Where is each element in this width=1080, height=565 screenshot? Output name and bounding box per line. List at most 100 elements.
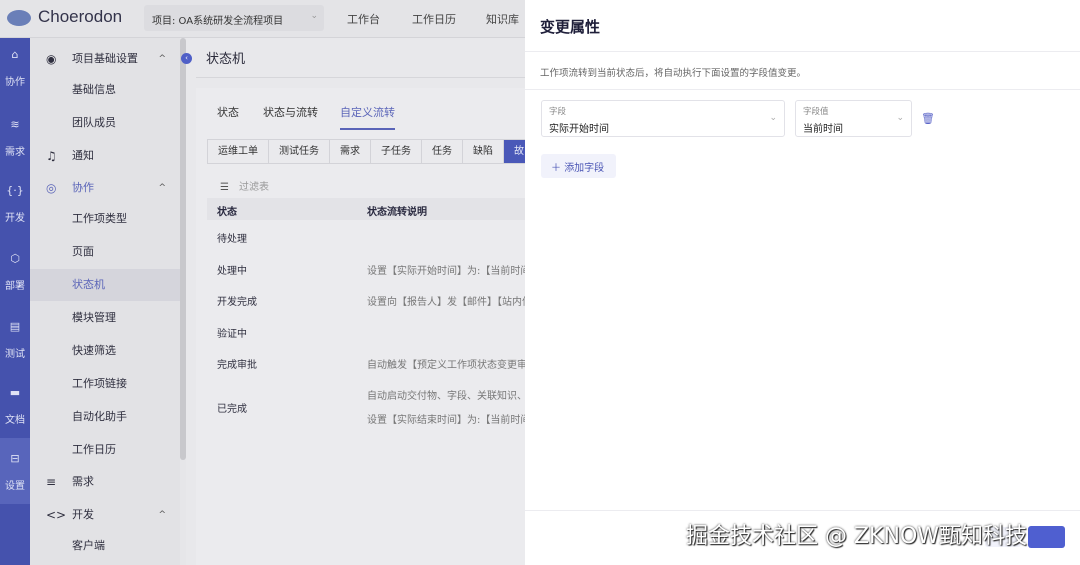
drawer-title: 变更属性 (540, 18, 601, 36)
sidebar-label: 状态机 (72, 278, 105, 291)
sidebar-label: 通知 (72, 149, 94, 162)
field-value-select[interactable]: 字段值 当前时间 ⌄ (795, 100, 912, 137)
sidebar-item-notify[interactable]: ♫ 通知 (30, 140, 180, 172)
sidebar-group-demand[interactable]: ≡ 需求 (30, 466, 180, 498)
sidebar-label: 基础信息 (72, 83, 116, 96)
sidebar-item-automation[interactable]: 自动化助手 (30, 401, 180, 433)
sidebar-item-issue-types[interactable]: 工作项类型 (30, 203, 180, 235)
logo-icon (7, 10, 31, 26)
change-property-drawer (525, 0, 1080, 565)
row-description: 设置向【报告人】发【邮件】【站内信】 (367, 297, 525, 308)
sidebar-group-collab[interactable]: ◎ 协作 ^ (30, 172, 180, 204)
watermark: 掘金技术社区 @ ZKNOW甄知科技 (686, 524, 1028, 549)
rail-collab[interactable]: ⌂ 协作 (0, 48, 30, 88)
rail-demand[interactable]: ≋ 需求 (0, 118, 30, 158)
rail-label: 开发 (5, 213, 25, 224)
sidebar-label: 团队成员 (72, 116, 116, 129)
rail-deploy[interactable]: ⬡ 部署 (0, 252, 30, 292)
rail-label: 设置 (5, 481, 25, 492)
add-field-label: 添加字段 (564, 163, 605, 174)
sidebar-item-state-machine[interactable]: 状态机 (30, 269, 180, 301)
issue-type-ops[interactable]: 运维工单 (208, 140, 269, 163)
sidebar-item-quick-filter[interactable]: 快速筛选 (30, 335, 180, 367)
row-description: 自动启动交付物、字段、关联知识、附件 (367, 391, 525, 402)
rail-test[interactable]: ▤ 测试 (0, 320, 30, 360)
issue-type-bug[interactable]: 缺陷 (463, 140, 504, 163)
column-description: 状态流转说明 (367, 207, 427, 218)
sidebar-label: 工作项链接 (72, 377, 127, 390)
sidebar-item-members[interactable]: 团队成员 (30, 107, 180, 139)
field-label: 字段 (549, 107, 567, 117)
tab-status-transition[interactable]: 状态与流转 (263, 104, 318, 120)
row-description: 自动触发【预定义工作项状态变更审批】 (367, 360, 525, 371)
project-selector[interactable]: 项目: OA系统研发全流程项目 ⌄ (144, 5, 324, 31)
chevron-down-icon: ⌄ (769, 113, 777, 123)
issue-type-test-task[interactable]: 测试任务 (269, 140, 330, 163)
sidebar-label: 项目基础设置 (72, 52, 138, 65)
sidebar-label: 开发 (72, 508, 94, 521)
collapse-sidebar-icon[interactable]: ‹ (181, 53, 192, 64)
rail-doc[interactable]: ▬ 文档 (0, 386, 30, 426)
code-icon: <> (46, 508, 67, 522)
rail-label: 文档 (5, 415, 25, 426)
sidebar-group-project-settings[interactable]: ◉ 项目基础设置 ^ (30, 43, 180, 75)
row-status: 开发完成 (217, 297, 257, 308)
app-logo[interactable]: Choerodon (38, 7, 122, 27)
rail-label: 测试 (5, 349, 25, 360)
plus-icon: ＋ (551, 163, 565, 174)
rail-dev[interactable]: {·} 开发 (0, 184, 30, 224)
delete-field-icon[interactable]: 🗑 (921, 112, 935, 125)
rail-label: 协作 (5, 77, 25, 88)
caret-up-icon: ^ (158, 510, 166, 520)
rail-settings[interactable]: ⊟ 设置 (0, 438, 30, 504)
issue-type-tabs: 运维工单 测试任务 需求 子任务 任务 缺陷 故 (207, 139, 535, 164)
issue-type-demand[interactable]: 需求 (330, 140, 371, 163)
settings-sidebar: ◉ 项目基础设置 ^ 基础信息 团队成员 ♫ 通知 ◎ 协作 ^ 工作项类型 页面 状态机… (30, 38, 180, 565)
field-select[interactable]: 字段实际开始时间 ⌄ (541, 100, 785, 137)
sidebar-label: 快速筛选 (72, 344, 116, 357)
rail-label: 需求 (5, 147, 25, 158)
sidebar-group-dev[interactable]: <> 开发 ^ (30, 499, 180, 531)
sidebar-label: 需求 (72, 475, 94, 488)
row-description: 设置【实际结束时间】为:【当前时间】 (367, 415, 525, 426)
sidebar-item-basic-info[interactable]: 基础信息 (30, 74, 180, 106)
row-status: 待处理 (217, 234, 247, 245)
sidebar-label: 协作 (72, 181, 94, 194)
row-status: 已完成 (217, 404, 247, 415)
sidebar-label: 工作日历 (72, 443, 116, 456)
chevron-down-icon: ⌄ (896, 113, 904, 123)
add-field-button[interactable]: ＋ 添加字段 (541, 154, 616, 178)
tab-custom-transition[interactable]: 自定义流转 (340, 104, 395, 130)
confirm-button[interactable] (1028, 526, 1065, 548)
caret-up-icon: ^ (158, 183, 166, 193)
bell-icon: ♫ (46, 149, 57, 163)
divider (196, 77, 525, 78)
test-icon: ▤ (9, 320, 21, 333)
doc-icon: ▬ (9, 386, 21, 399)
sidebar-label: 页面 (72, 245, 94, 258)
tab-status[interactable]: 状态 (217, 104, 239, 120)
divider (525, 89, 1080, 90)
sidebar-item-modules[interactable]: 模块管理 (30, 302, 180, 334)
sidebar-item-client[interactable]: 客户端 (30, 530, 180, 562)
deploy-icon: ⬡ (10, 252, 20, 265)
issue-type-subtask[interactable]: 子任务 (371, 140, 422, 163)
project-name: 项目: OA系统研发全流程项目 (152, 16, 284, 27)
collab-icon: ⌂ (11, 48, 19, 61)
field-value: 实际开始时间 (549, 124, 609, 135)
issue-type-task[interactable]: 任务 (422, 140, 463, 163)
chevron-down-icon: ⌄ (310, 11, 318, 21)
nav-calendar[interactable]: 工作日历 (412, 11, 456, 27)
table-filter[interactable]: ☰ 过滤表 (220, 178, 269, 193)
sidebar-item-issue-links[interactable]: 工作项链接 (30, 368, 180, 400)
row-status: 处理中 (217, 266, 247, 277)
nav-knowledge[interactable]: 知识库 (486, 11, 519, 27)
sidebar-item-calendar[interactable]: 工作日历 (30, 434, 180, 466)
collab-icon: ◎ (46, 181, 57, 195)
menu-icon: ≡ (46, 475, 57, 489)
nav-workbench[interactable]: 工作台 (347, 11, 380, 27)
sidebar-item-pages[interactable]: 页面 (30, 236, 180, 268)
field-value-label: 字段值 (803, 107, 829, 117)
row-description: 设置【实际开始时间】为:【当前时间】 (367, 266, 525, 277)
divider (525, 510, 1080, 511)
